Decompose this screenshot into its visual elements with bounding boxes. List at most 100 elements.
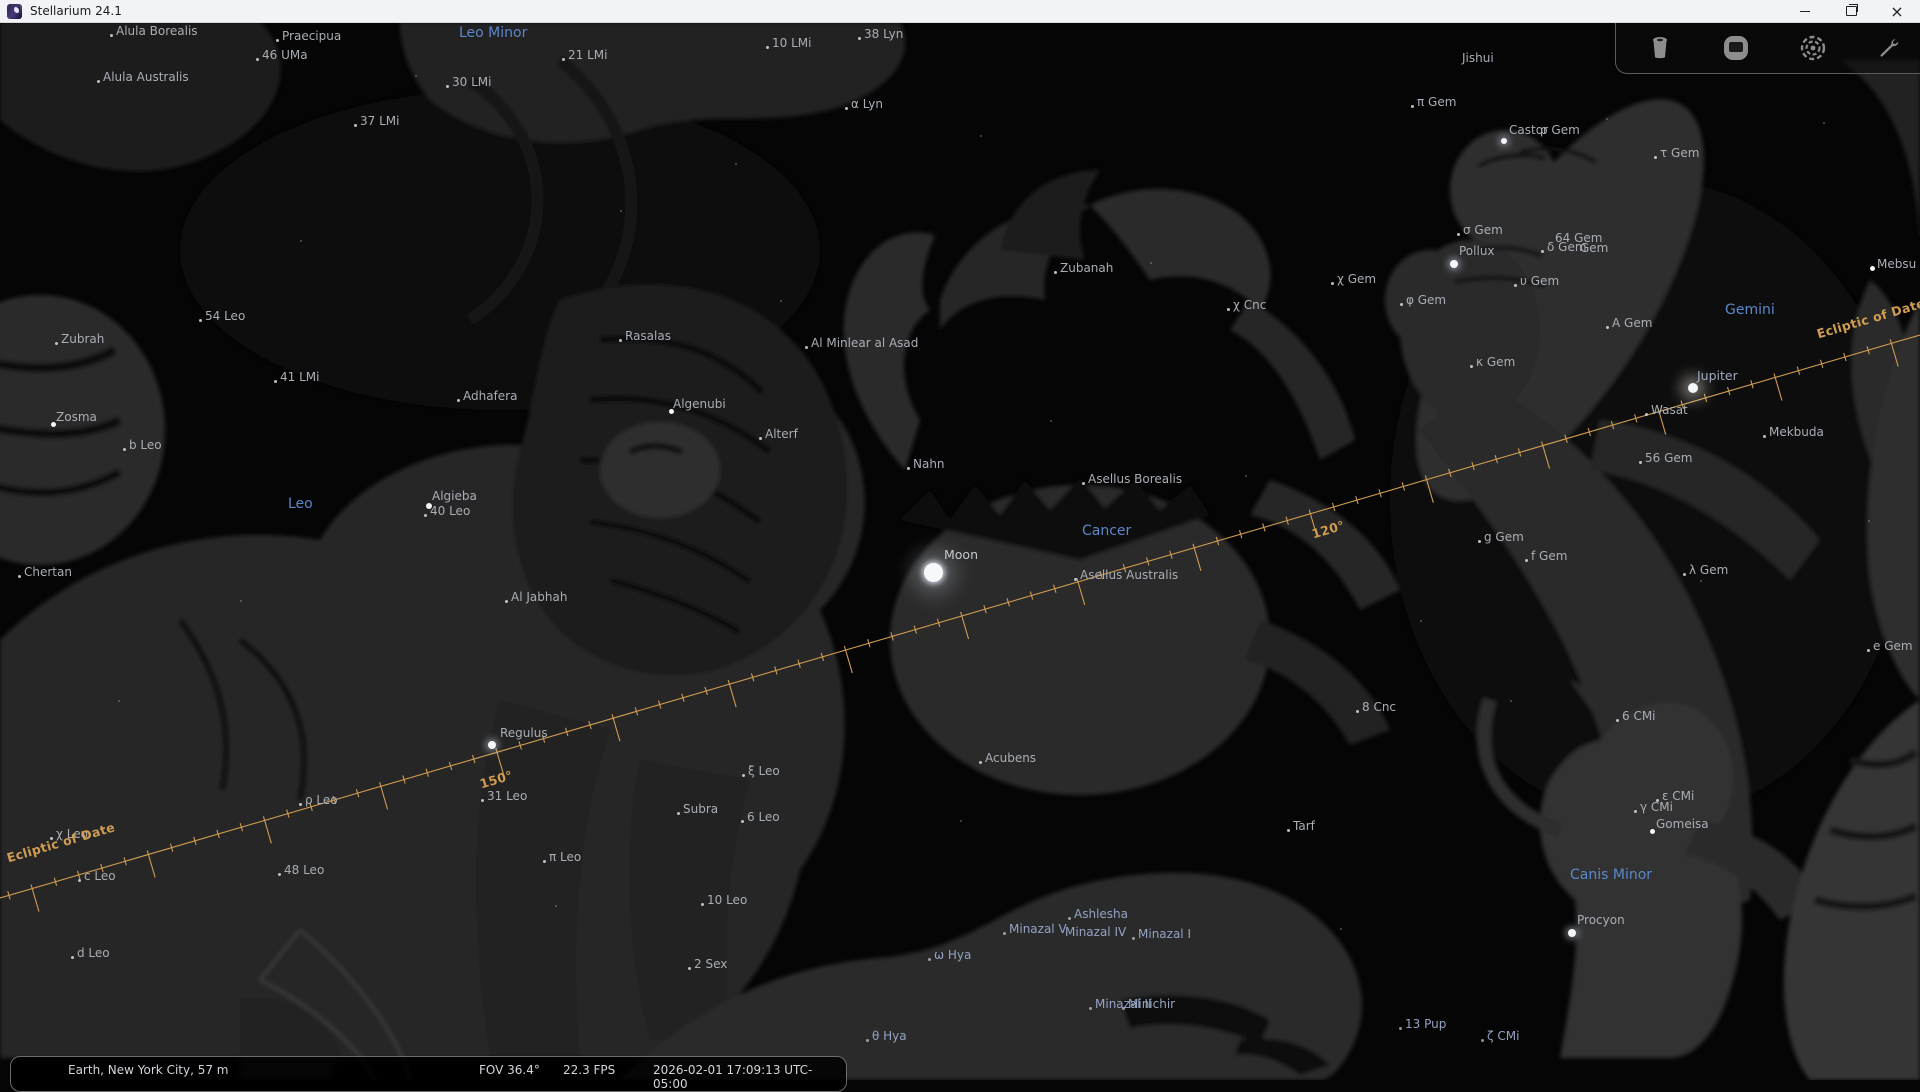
target-icon-button[interactable] [1798,33,1828,63]
star-dot[interactable] [1089,1007,1092,1010]
trash-icon-button[interactable] [1645,33,1675,63]
moon[interactable] [924,563,943,582]
star-label[interactable]: γ CMi [1640,800,1673,814]
star-label[interactable]: χ Cnc [1233,298,1266,312]
star-label[interactable]: Mebsu [1877,257,1916,271]
star-dot[interactable] [354,124,357,127]
star-dot[interactable] [97,80,100,83]
star-label[interactable]: 40 Leo [430,504,470,518]
star-dot[interactable] [256,58,259,61]
star-label[interactable]: 46 UMa [262,48,308,62]
star-dot[interactable] [866,1039,869,1042]
star-label[interactable]: Algieba [432,489,477,503]
star-label[interactable]: 38 Lyn [864,27,903,41]
star-dot[interactable] [1003,932,1006,935]
star-label[interactable]: χ Gem [1337,272,1376,286]
star-label[interactable]: λ Gem [1689,563,1728,577]
star-label[interactable]: 54 Leo [205,309,245,323]
star-label[interactable]: 2 Sex [694,957,727,971]
star-label[interactable]: Al Minlear al Asad [811,336,918,350]
star-dot[interactable] [1470,365,1473,368]
star-label[interactable]: Adhafera [463,389,517,403]
star-label[interactable]: τ Gem [1660,146,1699,160]
star-dot[interactable] [199,319,202,322]
star-label[interactable]: ξ Leo [748,764,780,778]
star-dot[interactable] [1763,435,1766,438]
star-label[interactable]: Zosma [56,410,97,424]
star-dot[interactable] [1068,917,1071,920]
star-label[interactable]: Zubrah [61,332,104,346]
star-dot[interactable] [424,514,427,517]
star-label[interactable]: Minichir [1128,997,1175,1011]
star-dot[interactable] [1227,308,1230,311]
star-dot[interactable] [488,741,496,749]
status-bar[interactable]: Earth, New York City, 57 m FOV 36.4° 22.… [10,1056,847,1092]
star-dot[interactable] [562,58,565,61]
star-dot[interactable] [1132,937,1135,940]
star-dot[interactable] [766,46,769,49]
star-dot[interactable] [457,399,460,402]
star-label[interactable]: Gem [1580,241,1608,255]
star-label[interactable]: υ Gem [1520,274,1559,288]
star-label[interactable]: Regulus [500,726,548,740]
star-dot[interactable] [1870,266,1875,271]
star-label[interactable]: Alula Borealis [116,24,198,38]
planet-jupiter[interactable] [1688,383,1698,393]
maximize-button[interactable] [1828,0,1874,22]
star-dot[interactable] [1541,250,1544,253]
star-label[interactable]: f Gem [1531,549,1567,563]
star-dot[interactable] [1400,303,1403,306]
star-dot[interactable] [1650,829,1655,834]
star-label[interactable]: π Leo [549,850,581,864]
star-dot[interactable] [1501,138,1507,144]
star-dot[interactable] [1450,260,1458,268]
star-label[interactable]: Minazal IV [1065,925,1126,939]
star-label[interactable]: 48 Leo [284,863,324,877]
star-dot[interactable] [1525,559,1528,562]
star-label[interactable]: g Gem [1484,530,1524,544]
star-label[interactable]: 6 CMi [1622,709,1656,723]
star-dot[interactable] [110,34,113,37]
star-label[interactable]: 41 LMi [280,370,319,384]
star-label[interactable]: Alula Australis [103,70,189,84]
moon-label[interactable]: Moon [944,547,978,562]
star-dot[interactable] [1478,540,1481,543]
star-label[interactable]: Jishui [1462,51,1494,65]
star-label[interactable]: b Leo [129,438,162,452]
star-dot[interactable] [741,820,744,823]
star-dot[interactable] [276,39,279,42]
star-dot[interactable] [907,467,910,470]
display-icon-button[interactable] [1721,33,1751,63]
star-dot[interactable] [928,958,931,961]
star-dot[interactable] [1411,105,1414,108]
star-label[interactable]: c Leo [84,869,116,883]
star-label[interactable]: ω Hya [934,948,971,962]
star-label[interactable]: Asellus Borealis [1088,472,1182,486]
star-label[interactable]: ζ CMi [1487,1029,1519,1043]
star-label[interactable]: 30 LMi [452,75,491,89]
star-dot[interactable] [1356,710,1359,713]
star-label[interactable]: e Gem [1873,639,1913,653]
star-dot[interactable] [858,37,861,40]
star-dot[interactable] [1074,578,1077,581]
star-label[interactable]: Minazal V [1009,922,1067,936]
star-label[interactable]: 37 LMi [360,114,399,128]
star-label[interactable]: 10 LMi [772,36,811,50]
star-label[interactable]: α Lyn [851,97,883,111]
star-label[interactable]: Acubens [985,751,1036,765]
star-label[interactable]: A Gem [1612,316,1652,330]
star-label[interactable]: κ Gem [1476,355,1515,369]
star-dot[interactable] [805,346,808,349]
close-button[interactable]: × [1874,0,1920,22]
star-dot[interactable] [18,575,21,578]
star-label[interactable]: Pollux [1459,244,1495,258]
star-label[interactable]: 13 Pup [1405,1017,1446,1031]
star-label[interactable]: 56 Gem [1645,451,1692,465]
star-label[interactable]: 31 Leo [487,789,527,803]
star-label[interactable]: Minazal I [1138,927,1191,941]
wrench-icon-button[interactable] [1874,33,1904,63]
star-label[interactable]: Alterf [765,427,798,441]
star-label[interactable]: ρ Gem [1540,123,1580,137]
star-label[interactable]: Gomeisa [1656,817,1709,831]
star-dot[interactable] [1606,326,1609,329]
